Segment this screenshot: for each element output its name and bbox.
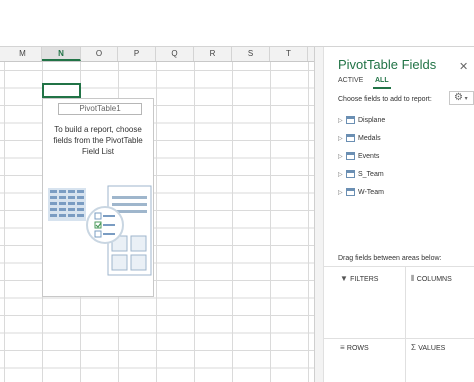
pivottable-name: PivotTable1 — [58, 103, 142, 115]
columns-label: COLUMNS — [416, 276, 452, 283]
field-label: S_Team — [358, 170, 384, 178]
field-list: ▷ Displane ▷ Medals ▷ Events ▷ S_Team ▷ … — [338, 111, 468, 201]
areas-divider — [405, 266, 406, 382]
field-item-events[interactable]: ▷ Events — [338, 147, 468, 165]
sigma-icon: Σ — [411, 343, 416, 352]
pivottable-instructions: To build a report, choose fields from th… — [53, 125, 143, 156]
tab-active[interactable]: ACTIVE — [338, 77, 363, 84]
rows-label: ROWS — [346, 345, 369, 352]
field-item-displane[interactable]: ▷ Displane — [338, 111, 468, 129]
column-header-r[interactable]: R — [194, 47, 232, 61]
filter-icon: ▼ — [340, 274, 348, 283]
field-label: Events — [358, 152, 380, 160]
field-label: Medals — [358, 134, 381, 142]
columns-icon: ⦀ — [411, 274, 415, 283]
filters-area[interactable]: ▼ FILTERS — [340, 274, 378, 283]
column-header-p[interactable]: P — [118, 47, 156, 61]
column-header-s[interactable]: S — [232, 47, 270, 61]
tab-all[interactable]: ALL — [375, 77, 389, 84]
columns-area[interactable]: ⦀ COLUMNS — [411, 274, 452, 284]
table-icon — [346, 152, 355, 160]
drag-fields-label: Drag fields between areas below: — [338, 255, 442, 262]
pane-title: PivotTable Fields — [338, 57, 437, 72]
rows-area[interactable]: ≡ ROWS — [340, 343, 369, 352]
expand-icon[interactable]: ▷ — [338, 135, 346, 142]
expand-icon[interactable]: ▷ — [338, 189, 346, 196]
filters-label: FILTERS — [350, 276, 379, 283]
table-icon — [346, 134, 355, 142]
table-icon — [346, 116, 355, 124]
choose-fields-label: Choose fields to add to report: — [338, 96, 432, 103]
column-header-t[interactable]: T — [270, 47, 308, 61]
settings-dropdown-button[interactable]: ⚙ ▾ — [449, 91, 474, 105]
expand-icon[interactable]: ▷ — [338, 171, 346, 178]
close-icon[interactable]: ✕ — [459, 60, 468, 73]
gear-icon: ⚙ — [454, 92, 463, 103]
field-label: Displane — [358, 116, 386, 124]
active-tab-indicator — [373, 87, 391, 89]
table-icon — [346, 188, 355, 196]
pane-splitter[interactable] — [314, 47, 324, 382]
ribbon-strip — [0, 0, 474, 47]
field-item-s-team[interactable]: ▷ S_Team — [338, 165, 468, 183]
field-item-w-team[interactable]: ▷ W-Team — [338, 183, 468, 201]
field-item-medals[interactable]: ▷ Medals — [338, 129, 468, 147]
chevron-down-icon: ▾ — [462, 96, 468, 102]
areas-divider — [324, 266, 474, 267]
pivottable-illustration-icon — [48, 185, 152, 276]
values-area[interactable]: Σ VALUES — [411, 343, 445, 352]
selected-cell[interactable] — [42, 83, 81, 98]
column-header-row: MNOPQRST — [0, 47, 314, 62]
expand-icon[interactable]: ▷ — [338, 153, 346, 160]
column-header-m[interactable]: M — [4, 47, 42, 61]
table-icon — [346, 170, 355, 178]
column-header-q[interactable]: Q — [156, 47, 194, 61]
expand-icon[interactable]: ▷ — [338, 117, 346, 124]
field-label: W-Team — [358, 188, 384, 196]
rows-icon: ≡ — [340, 343, 345, 352]
column-header-n[interactable]: N — [42, 47, 81, 61]
areas-divider — [324, 338, 474, 339]
column-header-o[interactable]: O — [81, 47, 118, 61]
values-label: VALUES — [418, 345, 446, 352]
